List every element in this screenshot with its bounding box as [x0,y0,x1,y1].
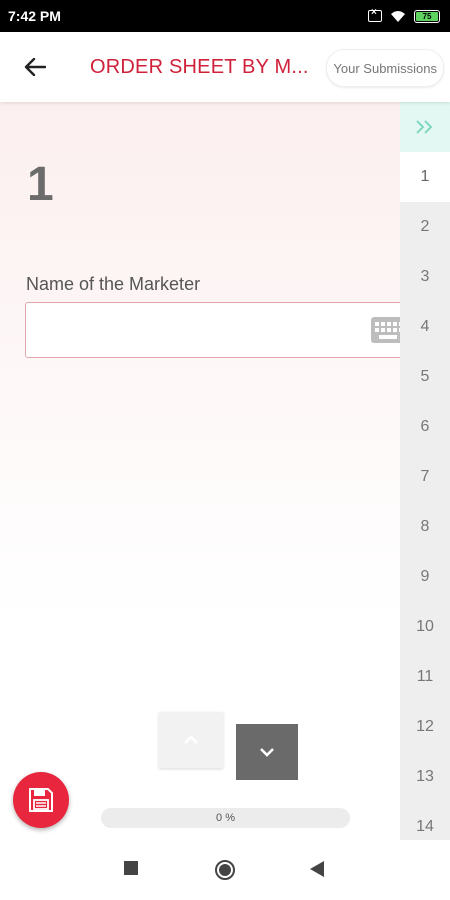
navigator-items: 1 2 3 4 5 6 7 8 9 10 11 12 13 14 [400,152,450,840]
arrow-left-icon [24,58,46,76]
question-navigator: 1 2 3 4 5 6 7 8 9 10 11 12 13 14 [400,102,450,840]
stop-square-icon[interactable] [124,861,138,875]
page-title: ORDER SHEET BY M... [90,55,309,78]
status-icons: 75 [368,7,440,23]
no-sim-icon [368,7,382,22]
navigator-item[interactable]: 1 [400,152,450,202]
next-question-button[interactable] [236,724,298,780]
home-circle-icon[interactable] [214,859,236,881]
navigator-item[interactable]: 7 [400,452,450,502]
marketer-name-field[interactable] [25,302,405,358]
navigator-item[interactable]: 3 [400,252,450,302]
progress-bar: 0 % [101,808,350,828]
navigator-item[interactable]: 2 [400,202,450,252]
navigator-item[interactable]: 11 [400,652,450,702]
status-time: 7:42 PM [8,8,61,24]
back-button[interactable] [15,47,55,87]
system-nav-bar [0,840,450,900]
save-button[interactable] [13,772,69,828]
navigator-item[interactable]: 12 [400,702,450,752]
battery-icon: 75 [414,9,440,23]
floppy-disk-icon [29,788,53,812]
app-header: ORDER SHEET BY M... Your Submissions [0,32,450,102]
navigator-item[interactable]: 10 [400,602,450,652]
navigator-item[interactable]: 8 [400,502,450,552]
back-triangle-icon[interactable] [310,861,324,877]
navigator-item[interactable]: 6 [400,402,450,452]
your-submissions-button[interactable]: Your Submissions [326,49,444,87]
expand-navigator-button[interactable] [400,102,450,152]
battery-level: 75 [416,11,438,21]
status-bar: 7:42 PM 75 [0,0,450,32]
wifi-icon [391,10,405,22]
progress-text: 0 % [216,812,235,824]
chevron-up-icon [184,735,198,744]
navigator-item[interactable]: 13 [400,752,450,802]
form-content: 1 Name of the Marketer 0 % [0,102,405,840]
navigator-item[interactable]: 9 [400,552,450,602]
double-chevron-right-icon [416,120,433,134]
navigator-item[interactable]: 14 [400,802,450,840]
navigator-item[interactable]: 5 [400,352,450,402]
chevron-down-icon [260,748,274,757]
navigator-item[interactable]: 4 [400,302,450,352]
previous-question-button[interactable] [159,712,223,768]
field-label: Name of the Marketer [26,274,201,294]
question-number: 1 [27,158,54,211]
